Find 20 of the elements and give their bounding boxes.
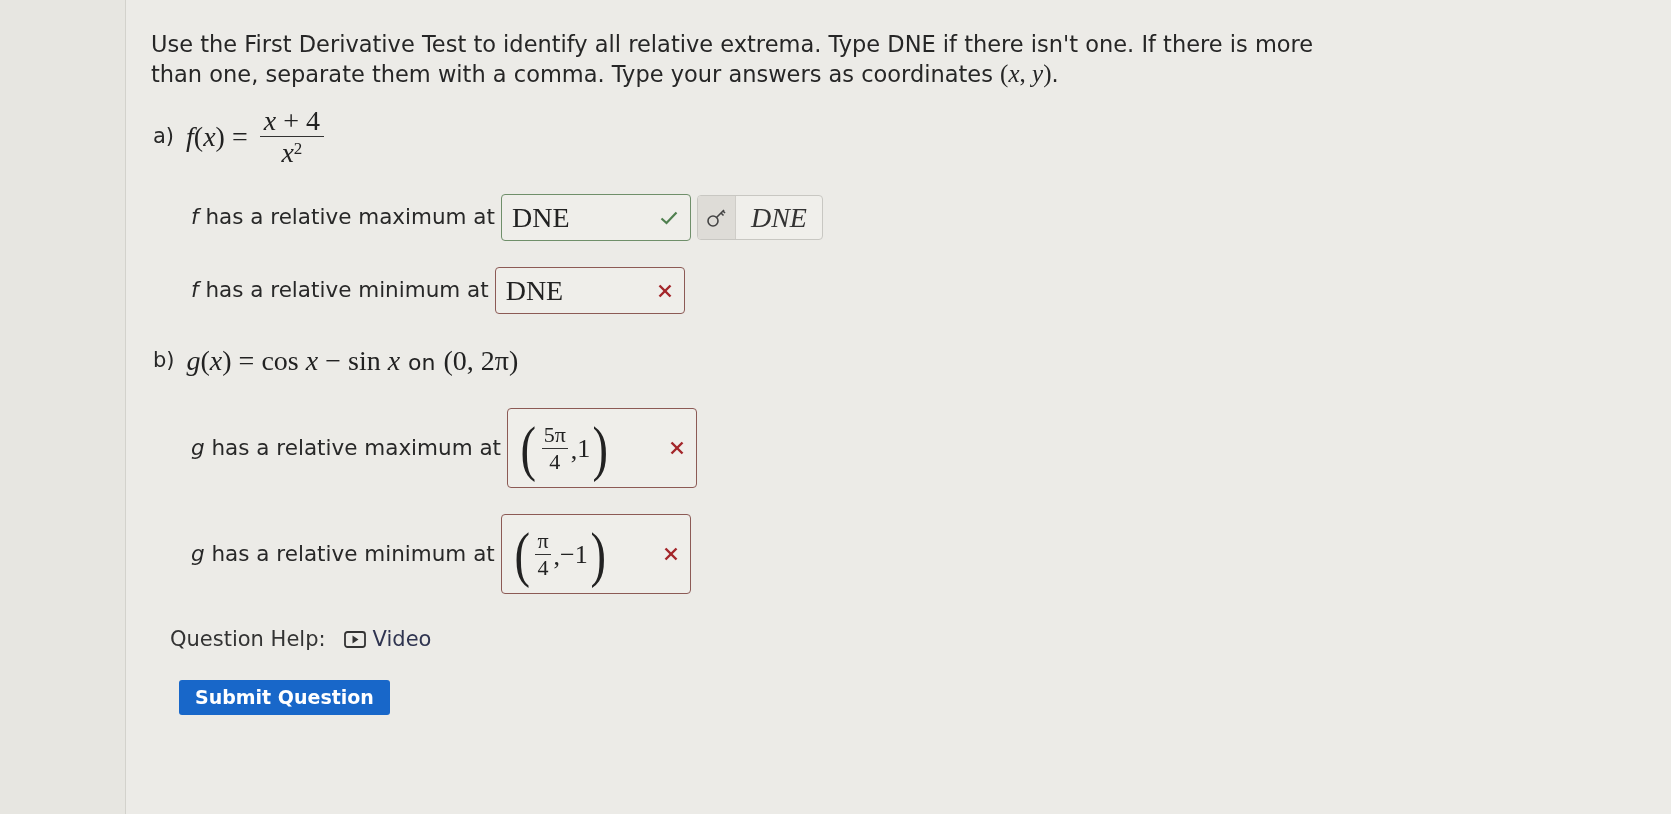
- cross-icon: [663, 547, 678, 561]
- check-icon: [659, 210, 678, 225]
- answer-field[interactable]: DNE: [500, 194, 691, 241]
- answer-prompt: g has a relative maximum at: [191, 433, 502, 462]
- function-formula: g(x) = cos x − sin x on (0, 2π): [186, 344, 519, 378]
- submit-button[interactable]: Submit Question: [179, 679, 390, 715]
- answer-prompt: f has a relative maximum at: [191, 203, 495, 232]
- function-formula: f(x) = x + 4 x$^{2}$: [186, 105, 324, 168]
- part-label: b): [153, 347, 175, 375]
- cross-icon: [657, 283, 672, 298]
- part-label: a): [153, 122, 175, 150]
- video-link[interactable]: Video: [343, 624, 432, 656]
- video-icon: [343, 631, 366, 649]
- answer-prompt: g has a relative minimum at: [191, 539, 495, 568]
- correct-answer: DNE: [749, 200, 808, 235]
- answer-field[interactable]: DNE: [494, 267, 685, 314]
- cross-icon: [670, 441, 685, 455]
- instructions-text: Use the First Derivative Test to identify all relative extrema. Type DNE if there isn't one. If there is more than one, separate them with a comma. Type your answers as coordinates (x, y).: [151, 30, 1315, 89]
- help-label: Question Help:: [170, 626, 326, 653]
- answer-prompt: f has a relative minimum at: [191, 276, 489, 305]
